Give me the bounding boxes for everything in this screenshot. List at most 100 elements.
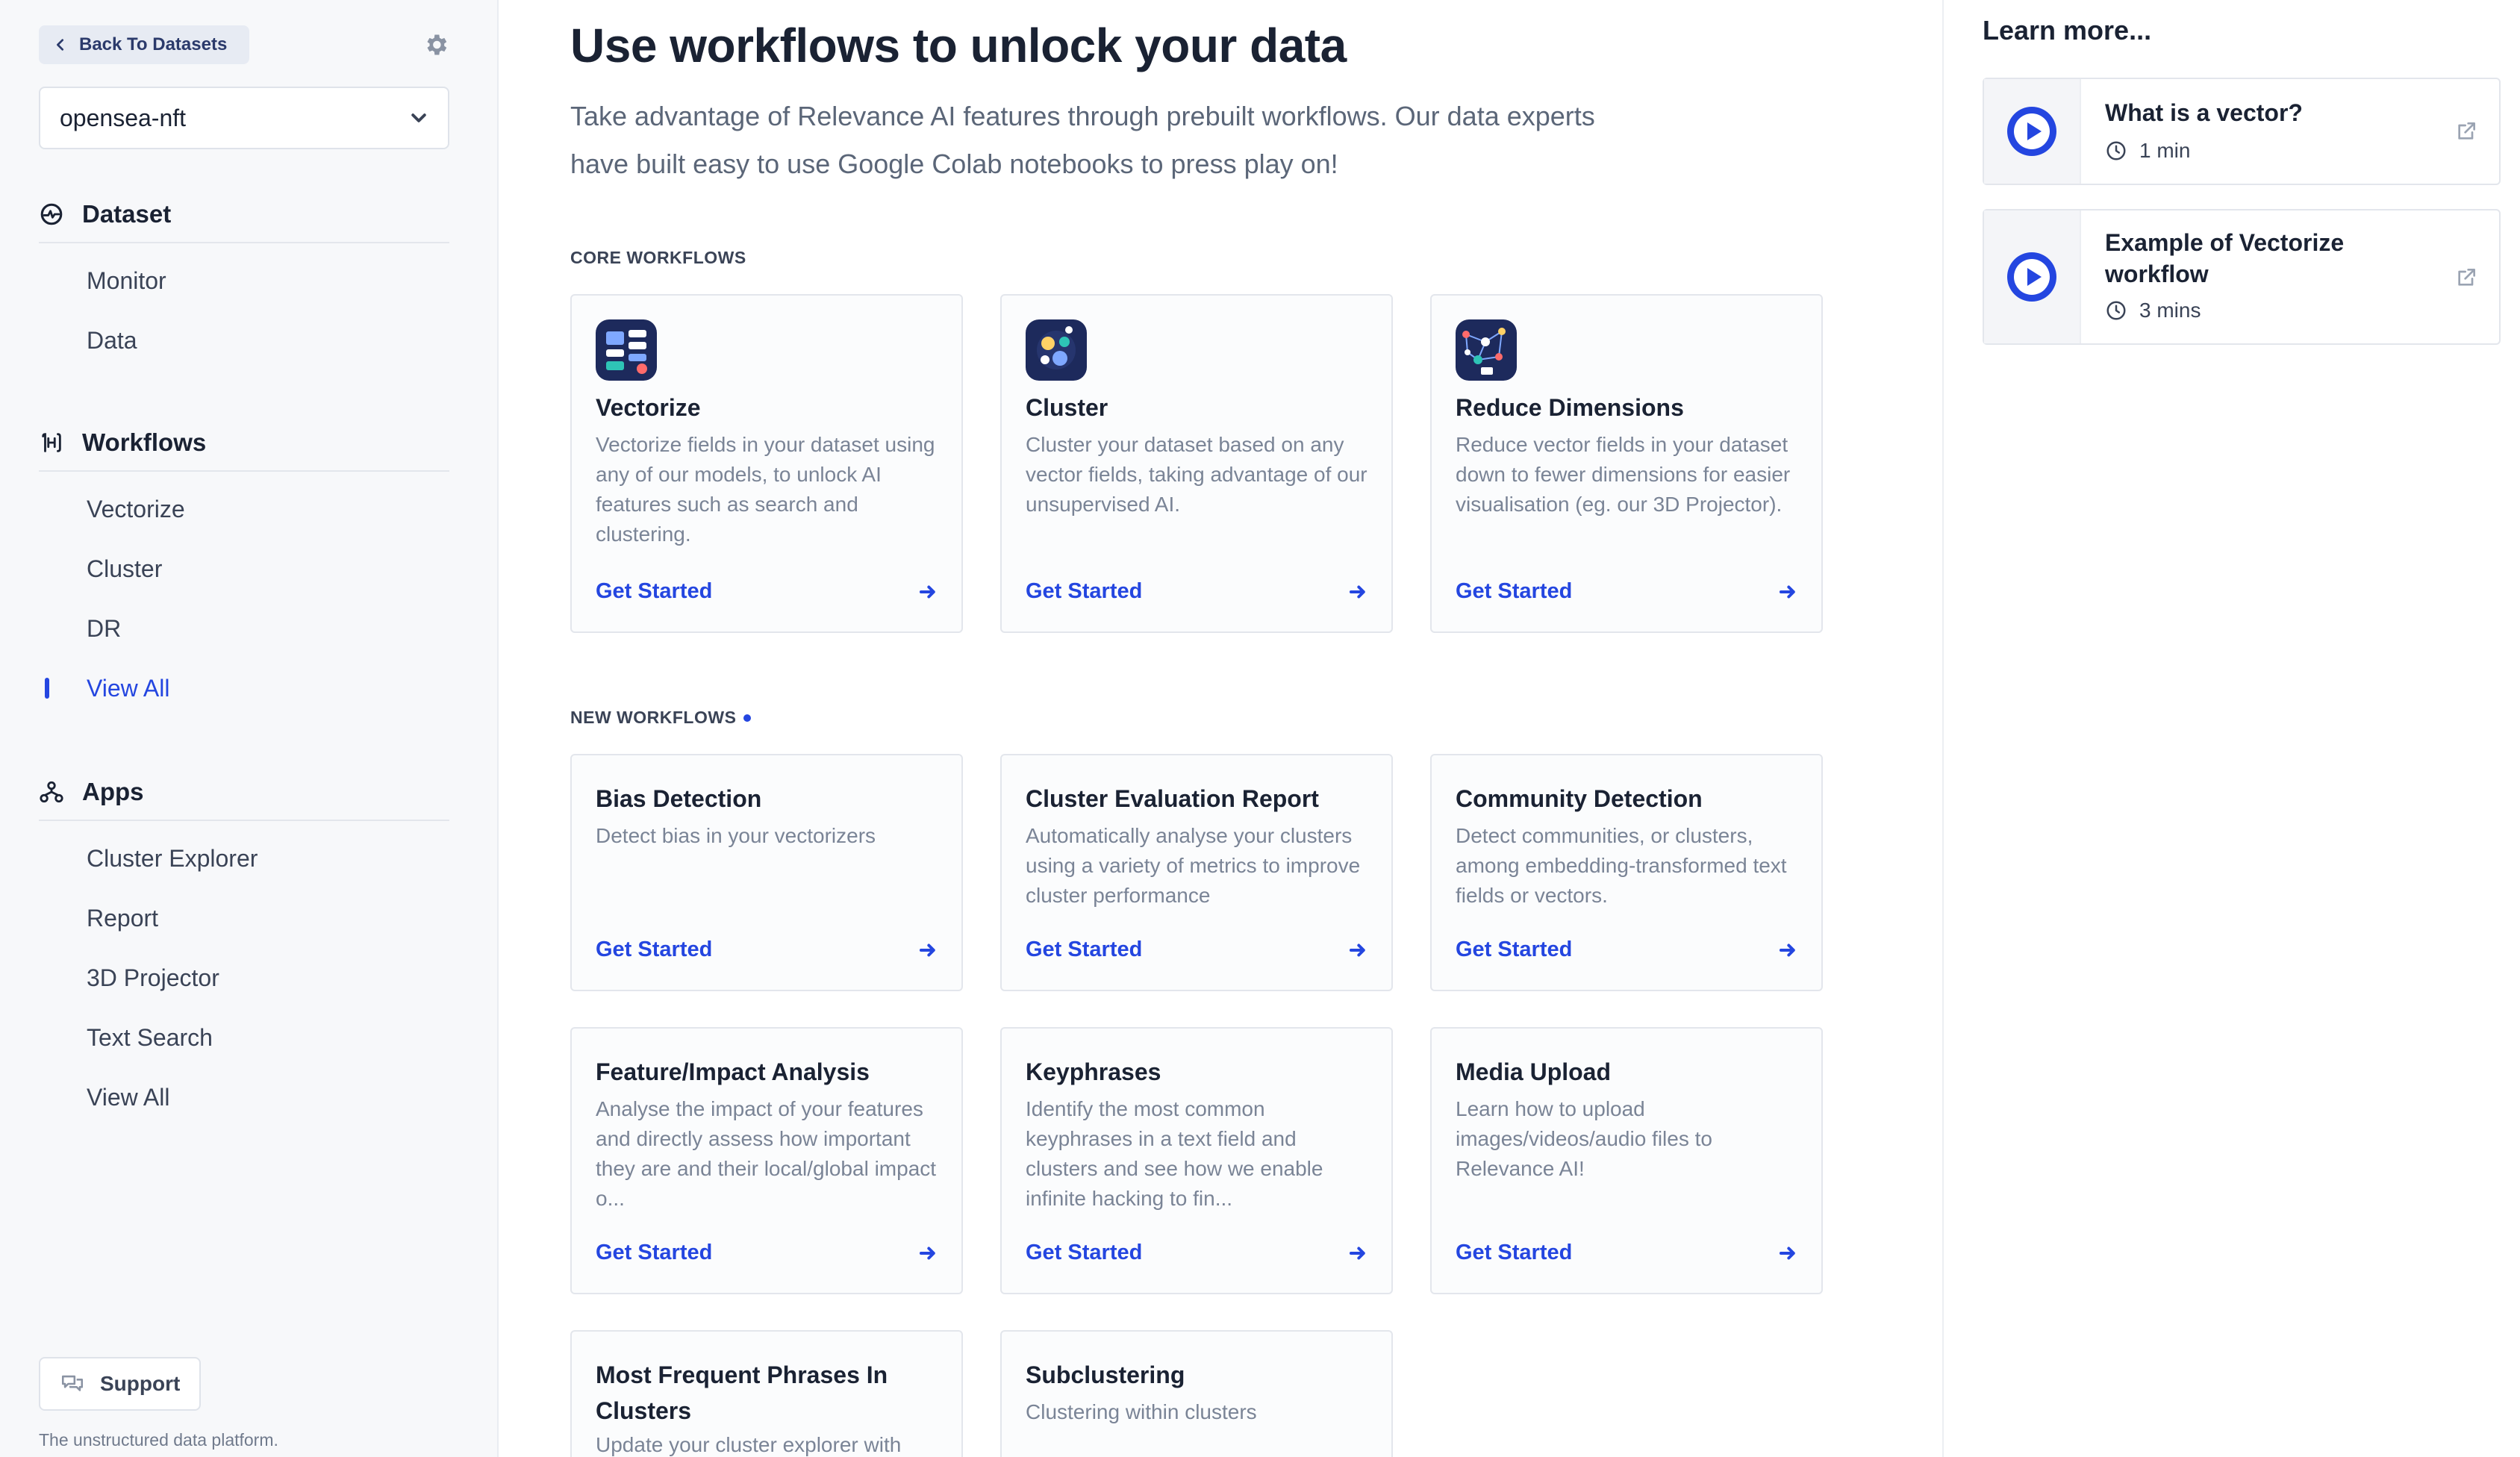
active-indicator	[45, 678, 49, 699]
arrow-right-icon	[919, 943, 935, 956]
video-thumbnail	[1984, 210, 2081, 343]
arrow-right-icon	[1349, 1247, 1365, 1259]
sidebar-item-workflows-view-all[interactable]: View All	[39, 658, 449, 718]
get-started-label: Get Started	[596, 579, 713, 603]
workflow-card-media-upload[interactable]: Media Upload Learn how to upload images/…	[1430, 1027, 1823, 1294]
play-icon	[2007, 107, 2056, 156]
workflow-title: Bias Detection	[596, 785, 762, 812]
arrow-right-icon	[919, 1247, 935, 1259]
nav-section-dataset: Dataset Monitor Data	[39, 187, 449, 370]
right-panel-divider	[1942, 0, 1944, 1457]
play-icon	[2007, 252, 2056, 302]
reduce-dimensions-icon	[1456, 319, 1517, 381]
workflow-title: Cluster Evaluation Report	[1026, 785, 1319, 812]
workflow-card-community-detection[interactable]: Community Detection Detect communities, …	[1430, 754, 1823, 991]
page-description: Take advantage of Relevance AI features …	[570, 101, 1595, 179]
workflow-card-most-frequent-phrases[interactable]: Most Frequent Phrases In Clusters Update…	[570, 1330, 963, 1457]
nav-heading-dataset-label: Dataset	[82, 200, 172, 228]
sidebar-item-report[interactable]: Report	[39, 888, 449, 948]
workflow-description: Detect bias in your vectorizers	[596, 824, 876, 847]
workflow-card-reduce-dimensions[interactable]: Reduce Dimensions Reduce vector fields i…	[1430, 294, 1823, 633]
tagline: The unstructured data platform.	[39, 1430, 278, 1450]
get-started-link[interactable]: Get Started	[1456, 937, 1797, 962]
sidebar-item-data[interactable]: Data	[39, 311, 449, 370]
get-started-link[interactable]: Get Started	[596, 579, 938, 604]
support-button[interactable]: Support	[39, 1357, 202, 1411]
get-started-link[interactable]: Get Started	[596, 1241, 938, 1265]
main-content: Use workflows to unlock your data Take a…	[499, 0, 1942, 1457]
get-started-label: Get Started	[596, 1241, 713, 1264]
new-indicator-dot	[743, 714, 752, 722]
sidebar-item-apps-view-all[interactable]: View All	[39, 1067, 449, 1127]
dashboard-icon	[40, 203, 63, 225]
nav-heading-apps-label: Apps	[82, 778, 144, 805]
learn-more-title: Learn more...	[1983, 15, 2152, 46]
chevron-left-icon	[57, 39, 64, 51]
nav-heading-workflows-label: Workflows	[82, 428, 207, 456]
chevron-down-icon	[411, 113, 426, 122]
video-thumbnail	[1984, 79, 2081, 184]
sidebar-item-cluster-explorer[interactable]: Cluster Explorer	[39, 829, 449, 888]
video-card-example-vectorize-workflow[interactable]: Example of Vectorize workflow 3 mins	[1983, 209, 2501, 345]
arrow-right-icon	[1779, 943, 1795, 956]
get-started-label: Get Started	[1456, 579, 1573, 603]
workflow-title: Reduce Dimensions	[1456, 394, 1684, 421]
nav-section-workflows: Workflows Vectorize Cluster DR View All	[39, 415, 449, 718]
get-started-link[interactable]: Get Started	[1026, 1241, 1367, 1265]
video-title: What is a vector?	[2105, 99, 2303, 126]
workflow-title: Cluster	[1026, 394, 1108, 421]
video-title: Example of Vectorize workflow	[2105, 229, 2345, 287]
get-started-link[interactable]: Get Started	[1456, 579, 1797, 604]
workflow-card-cluster[interactable]: Cluster Cluster your dataset based on an…	[1000, 294, 1393, 633]
core-workflows-label: CORE WORKFLOWS	[570, 248, 746, 268]
settings-gear-icon[interactable]	[421, 30, 451, 60]
new-workflows-label: NEW WORKFLOWS	[570, 708, 752, 728]
get-started-label: Get Started	[1456, 937, 1573, 961]
workflow-title: Subclustering	[1026, 1361, 1185, 1388]
workflow-description: Analyse the impact of your features and …	[596, 1097, 937, 1210]
get-started-label: Get Started	[1026, 579, 1143, 603]
sidebar: Back To Datasets opensea-nft Dataset Mon…	[0, 0, 499, 1457]
workflow-card-subclustering[interactable]: Subclustering Clustering within clusters	[1000, 1330, 1393, 1457]
workflow-card-cluster-evaluation-report[interactable]: Cluster Evaluation Report Automatically …	[1000, 754, 1393, 991]
workflow-card-bias-detection[interactable]: Bias Detection Detect bias in your vecto…	[570, 754, 963, 991]
sidebar-item-monitor[interactable]: Monitor	[39, 251, 449, 311]
workflow-card-keyphrases[interactable]: Keyphrases Identify the most common keyp…	[1000, 1027, 1393, 1294]
get-started-link[interactable]: Get Started	[1456, 1241, 1797, 1265]
workflow-title: Vectorize	[596, 394, 701, 421]
get-started-label: Get Started	[1456, 1241, 1573, 1264]
workflow-icon	[42, 433, 61, 452]
back-to-datasets-label: Back To Datasets	[79, 34, 228, 54]
workflow-description: Reduce vector fields in your dataset dow…	[1456, 433, 1791, 516]
dataset-select[interactable]: opensea-nft	[39, 87, 449, 149]
workflow-title: Community Detection	[1456, 785, 1703, 812]
vectorize-icon	[596, 319, 657, 381]
back-to-datasets-button[interactable]: Back To Datasets	[39, 25, 250, 64]
get-started-link[interactable]: Get Started	[1026, 579, 1367, 604]
external-link-icon	[2458, 122, 2475, 140]
workflow-description: Cluster your dataset based on any vector…	[1026, 433, 1367, 516]
video-card-what-is-a-vector[interactable]: What is a vector? 1 min	[1983, 78, 2501, 185]
sidebar-item-text-search[interactable]: Text Search	[39, 1008, 449, 1067]
sidebar-item-3d-projector[interactable]: 3D Projector	[39, 948, 449, 1008]
arrow-right-icon	[1349, 585, 1365, 598]
workflow-title: Keyphrases	[1026, 1058, 1161, 1085]
get-started-label: Get Started	[596, 937, 713, 961]
sidebar-item-cluster[interactable]: Cluster	[39, 539, 449, 599]
sidebar-item-workflows-view-all-label: View All	[87, 675, 170, 702]
sidebar-item-vectorize[interactable]: Vectorize	[39, 479, 449, 539]
video-duration: 1 min	[2105, 139, 2190, 163]
arrow-right-icon	[1779, 1247, 1795, 1259]
video-duration-label: 3 mins	[2139, 299, 2201, 322]
sidebar-item-dr[interactable]: DR	[39, 599, 449, 658]
get-started-link[interactable]: Get Started	[1026, 937, 1367, 962]
workflow-description: Vectorize fields in your dataset using a…	[596, 433, 935, 546]
nav-heading-apps: Apps	[39, 764, 449, 821]
cluster-icon	[1026, 319, 1087, 381]
workflow-title: Most Frequent Phrases In Clusters	[596, 1361, 888, 1424]
workflow-card-vectorize[interactable]: Vectorize Vectorize fields in your datas…	[570, 294, 963, 633]
dataset-select-value: opensea-nft	[60, 104, 187, 131]
workflow-card-feature-impact-analysis[interactable]: Feature/Impact Analysis Analyse the impa…	[570, 1027, 963, 1294]
workflow-description: Detect communities, or clusters, among e…	[1456, 824, 1787, 907]
get-started-link[interactable]: Get Started	[596, 937, 938, 962]
